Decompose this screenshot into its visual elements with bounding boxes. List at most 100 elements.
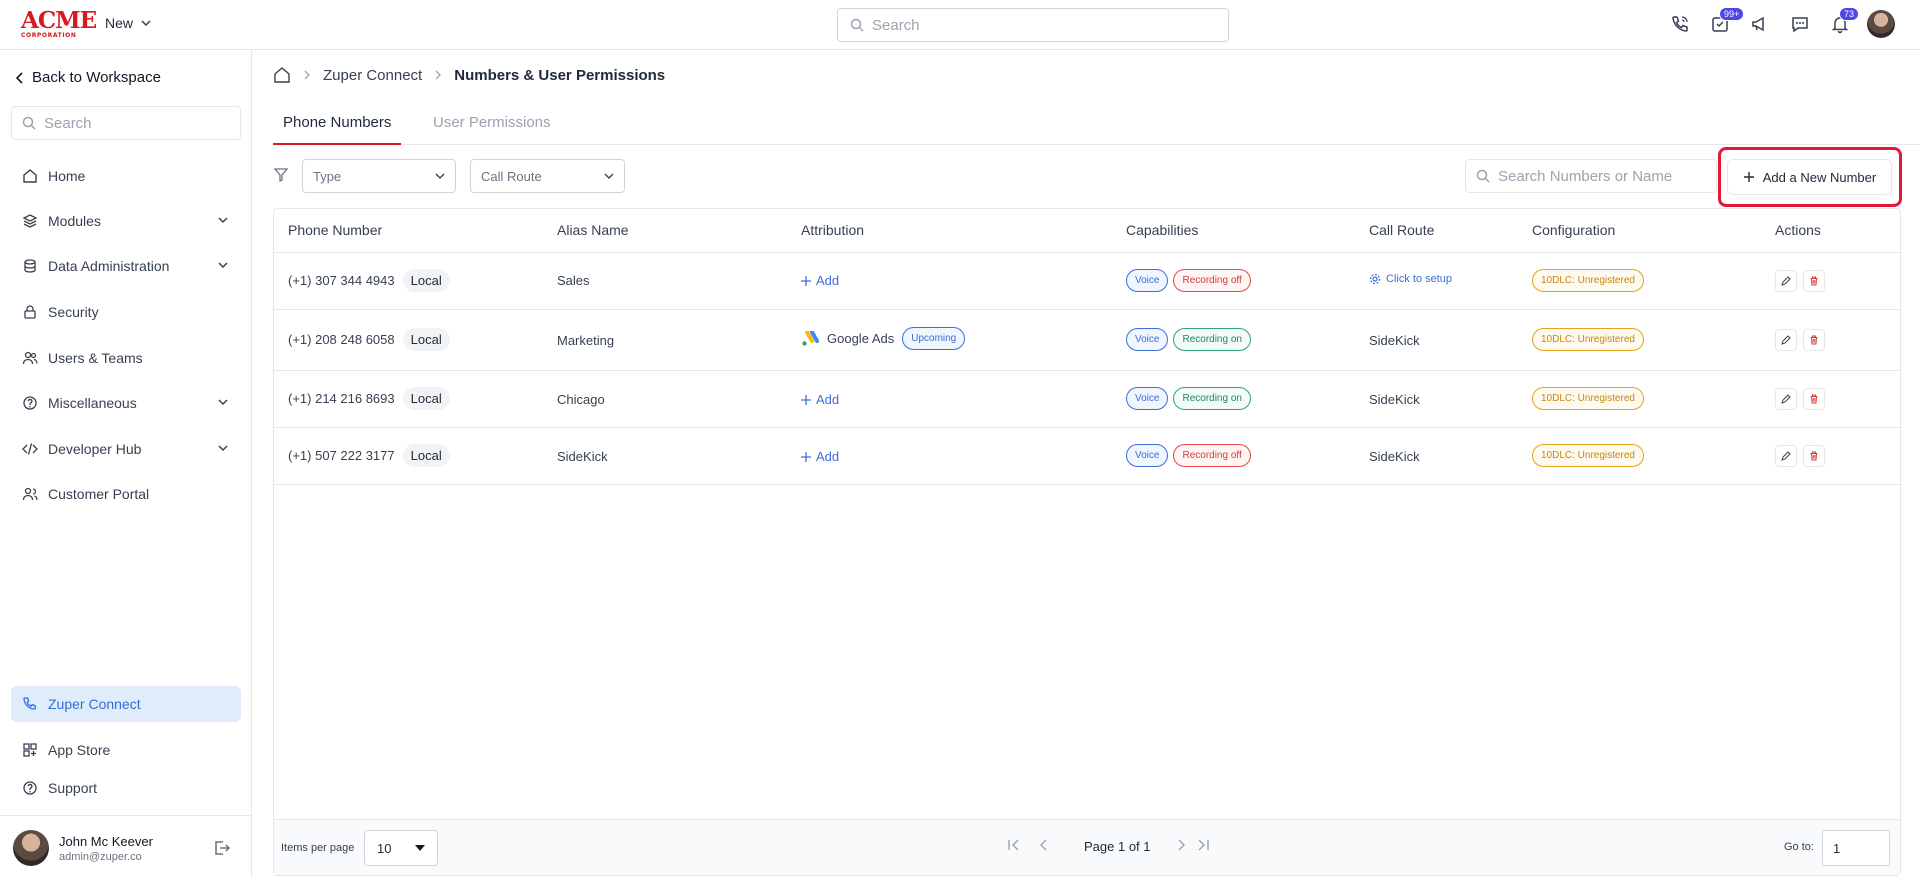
bell-icon[interactable]: 73 — [1827, 7, 1860, 38]
call-route-value: SideKick — [1369, 392, 1420, 407]
add-new-number-button[interactable]: Add a New Number — [1727, 159, 1892, 195]
add-new-number-label: Add a New Number — [1762, 169, 1877, 185]
sidebar-item-users-teams[interactable]: Users & Teams — [11, 340, 241, 376]
header-actions: Actions — [1775, 222, 1821, 238]
sidebar-item-support[interactable]: Support — [11, 770, 241, 806]
add-attribution-link[interactable]: Add — [801, 449, 839, 464]
header-phone-number: Phone Number — [288, 222, 383, 238]
alias-name: Marketing — [557, 333, 615, 348]
numbers-search-placeholder: Search Numbers or Name — [1498, 167, 1673, 185]
user-avatar — [13, 830, 49, 866]
trash-icon — [1810, 394, 1818, 404]
code-icon — [22, 443, 38, 455]
last-page-icon[interactable] — [1196, 838, 1210, 852]
table-row: (+1) 307 344 4943 Local Sales Add Voice … — [274, 253, 1900, 310]
previous-page-icon[interactable] — [1037, 838, 1051, 852]
question-icon — [23, 396, 37, 410]
sidebar-item-app-store[interactable]: App Store — [11, 732, 241, 768]
sidebar-item-home[interactable]: Home — [11, 158, 241, 194]
chevron-down-icon — [141, 20, 151, 27]
trash-icon — [1810, 335, 1818, 345]
items-per-page-select[interactable]: 10 — [364, 830, 438, 866]
add-attribution-link[interactable]: Add — [801, 392, 839, 407]
number-type-chip: Local — [402, 269, 450, 292]
voice-pill: Voice — [1126, 444, 1169, 467]
phone-icon[interactable] — [1667, 10, 1693, 38]
tasks-icon[interactable]: 99+ — [1707, 7, 1745, 38]
user-avatar[interactable] — [1867, 10, 1895, 38]
config-pill: 10DLC: Unregistered — [1532, 269, 1644, 292]
sidebar-item-label: Home — [48, 168, 86, 184]
chat-icon[interactable] — [1787, 10, 1813, 38]
delete-button[interactable] — [1803, 388, 1825, 410]
delete-button[interactable] — [1803, 445, 1825, 467]
recording-pill: Recording on — [1173, 387, 1251, 410]
top-icon-group: 99+ 73 — [1667, 7, 1895, 38]
header-call-route: Call Route — [1369, 222, 1435, 238]
click-to-setup-link[interactable]: Click to setup — [1369, 273, 1452, 285]
logout-icon[interactable] — [213, 839, 231, 857]
delete-button[interactable] — [1803, 329, 1825, 351]
sidebar-item-label: Modules — [48, 213, 101, 229]
tab-phone-numbers[interactable]: Phone Numbers — [273, 114, 402, 145]
goto-page-input[interactable]: 1 — [1822, 830, 1890, 866]
edit-button[interactable] — [1775, 270, 1797, 292]
call-route-setup-label: Click to setup — [1386, 273, 1453, 285]
next-page-icon[interactable] — [1174, 838, 1188, 852]
user-group-icon — [22, 487, 38, 501]
search-icon — [850, 18, 864, 32]
home-icon — [23, 169, 37, 183]
help-icon — [23, 781, 37, 795]
type-filter-select[interactable]: Type — [302, 159, 456, 193]
sidebar-item-label: Customer Portal — [48, 486, 150, 502]
number-type-chip: Local — [402, 328, 450, 351]
call-route-filter-label: Call Route — [481, 168, 542, 184]
home-icon[interactable] — [273, 66, 291, 84]
back-to-workspace-link[interactable]: Back to Workspace — [16, 69, 161, 86]
breadcrumb: Zuper Connect Numbers & User Permissions — [273, 66, 665, 84]
sidebar-item-developer-hub[interactable]: Developer Hub — [11, 431, 241, 467]
logo-subtext: CORPORATION — [21, 32, 77, 39]
call-route-filter-select[interactable]: Call Route — [470, 159, 625, 193]
megaphone-icon[interactable] — [1747, 10, 1773, 38]
sidebar-item-miscellaneous[interactable]: Miscellaneous — [11, 385, 241, 421]
pagination-bar: Items per page 10 Page 1 of 1 Go to: 1 — [274, 819, 1900, 875]
user-profile[interactable]: John Mc Keever admin@zuper.co — [13, 830, 153, 866]
header-capabilities: Capabilities — [1126, 222, 1199, 238]
top-bar: ACME CORPORATION New Search 99+ 73 — [0, 0, 1920, 50]
chevron-down-icon — [218, 262, 228, 269]
sidebar-search-input[interactable]: Search — [11, 106, 241, 140]
sidebar-item-zuper-connect[interactable]: Zuper Connect — [11, 686, 241, 722]
sidebar-item-data-administration[interactable]: Data Administration — [11, 248, 241, 284]
trash-icon — [1810, 276, 1818, 286]
table-row: (+1) 507 222 3177 Local SideKick Add Voi… — [274, 428, 1900, 485]
sidebar-item-customer-portal[interactable]: Customer Portal — [11, 476, 241, 512]
add-attribution-link[interactable]: Add — [801, 273, 839, 288]
phone-icon — [23, 697, 36, 710]
new-button[interactable]: New — [105, 15, 151, 31]
edit-button[interactable] — [1775, 329, 1797, 351]
global-search-input[interactable]: Search — [837, 8, 1229, 42]
sidebar-item-security[interactable]: Security — [11, 294, 241, 330]
delete-button[interactable] — [1803, 270, 1825, 292]
back-label: Back to Workspace — [32, 69, 161, 86]
type-filter-label: Type — [313, 168, 342, 184]
numbers-search-input[interactable]: Search Numbers or Name — [1465, 159, 1717, 193]
voice-pill: Voice — [1126, 269, 1169, 292]
sidebar-item-modules[interactable]: Modules — [11, 203, 241, 239]
plus-icon — [801, 275, 811, 286]
tab-user-permissions[interactable]: User Permissions — [433, 114, 551, 145]
chevron-right-icon — [435, 70, 442, 80]
edit-button[interactable] — [1775, 445, 1797, 467]
filter-icon[interactable] — [273, 167, 289, 183]
pencil-icon — [1781, 335, 1791, 345]
pencil-icon — [1781, 451, 1791, 461]
breadcrumb-parent[interactable]: Zuper Connect — [323, 67, 422, 84]
phone-numbers-table: Phone Number Alias Name Attribution Capa… — [273, 208, 1901, 876]
edit-button[interactable] — [1775, 388, 1797, 410]
acme-logo[interactable]: ACME CORPORATION — [21, 9, 97, 39]
sidebar-item-label: Developer Hub — [48, 441, 142, 457]
breadcrumb-current: Numbers & User Permissions — [454, 66, 666, 84]
add-attribution-label: Add — [816, 273, 840, 288]
first-page-icon[interactable] — [1007, 838, 1021, 852]
